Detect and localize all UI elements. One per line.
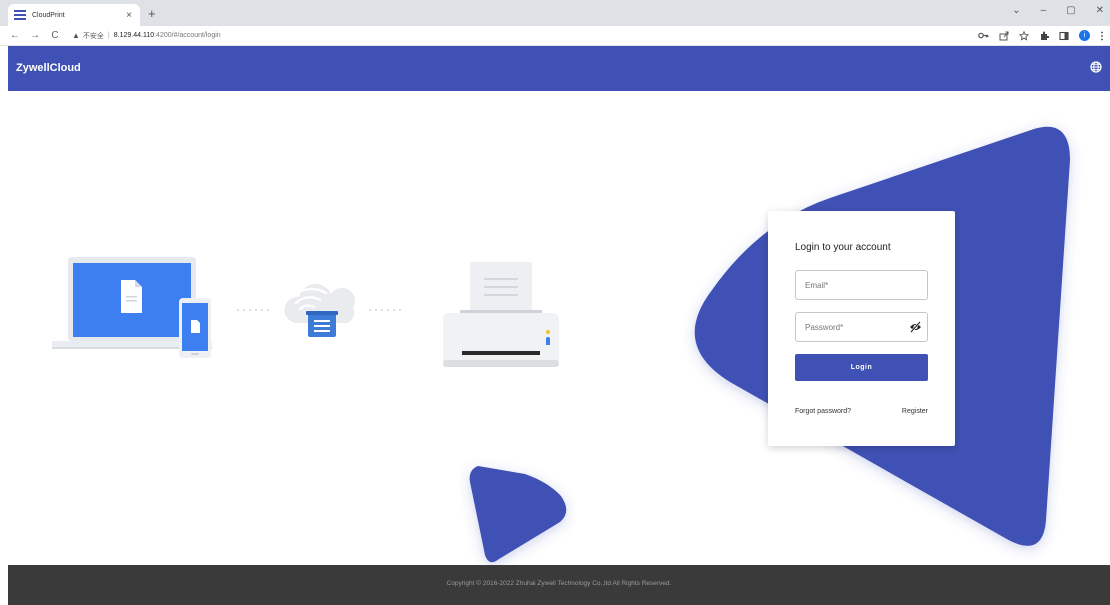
- eye-off-icon[interactable]: [909, 321, 922, 333]
- login-title: Login to your account: [795, 242, 891, 253]
- email-input[interactable]: [795, 270, 928, 300]
- connector-dots-left: [237, 309, 269, 311]
- cloud-document-icon: [306, 311, 338, 337]
- phone-icon: [179, 298, 211, 358]
- page-footer: Copyright © 2016-2022 Zhuhai Zywell Tech…: [8, 565, 1110, 605]
- browser-window: CloudPrint × + ⌄ – ▢ ✕ ← → C ▲ 不安全 | 8.1…: [0, 0, 1110, 605]
- document-icon: [121, 280, 142, 313]
- printer-icon: [443, 262, 559, 367]
- login-card: Login to your account Login Forgot passw…: [768, 211, 955, 446]
- connector-dots-right: [369, 309, 401, 311]
- register-link[interactable]: Register: [902, 408, 928, 415]
- forgot-password-link[interactable]: Forgot password?: [795, 408, 851, 415]
- login-button[interactable]: Login: [795, 354, 928, 381]
- copyright-text: Copyright © 2016-2022 Zhuhai Zywell Tech…: [446, 580, 672, 587]
